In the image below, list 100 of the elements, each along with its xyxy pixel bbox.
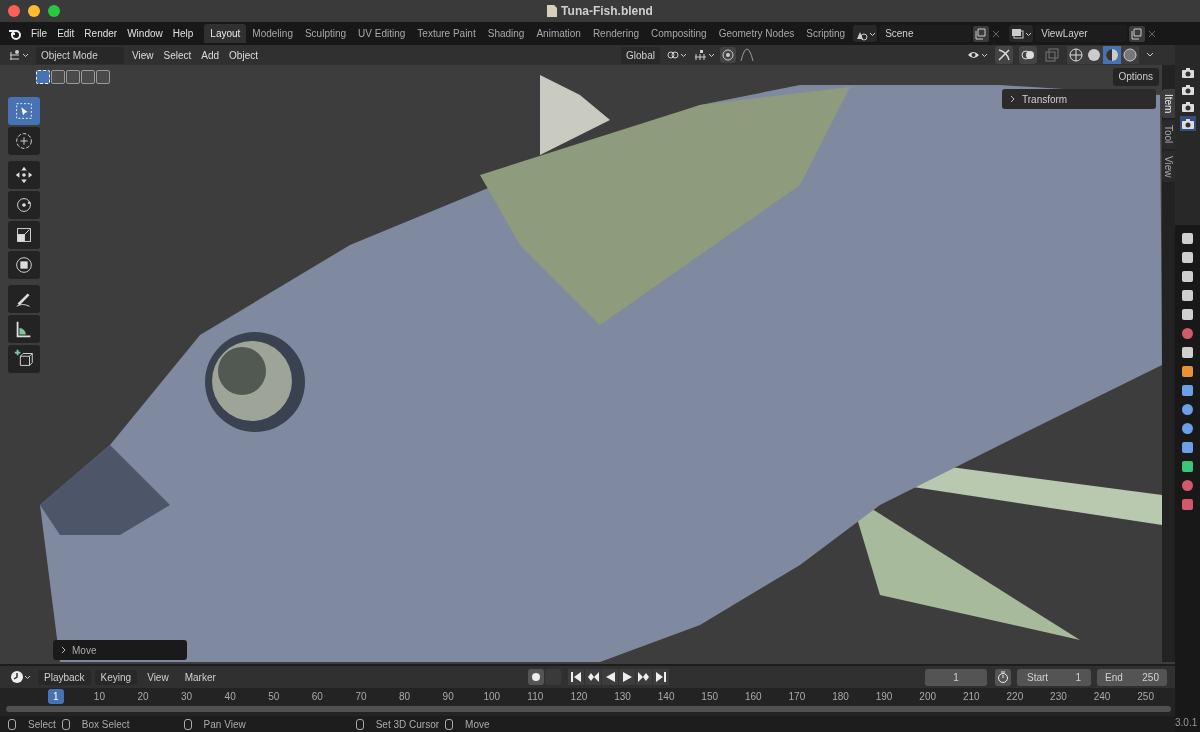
camera-toggle-icon[interactable]	[1179, 82, 1196, 97]
play-icon	[620, 671, 633, 683]
falloff-icon[interactable]	[739, 48, 754, 62]
next-keyframe-button[interactable]	[635, 669, 652, 685]
frame-number: 90	[442, 689, 454, 704]
selection-mode-button[interactable]	[66, 70, 80, 84]
proportional-edit-button[interactable]	[719, 47, 736, 63]
frame-number: 200	[919, 689, 936, 704]
copy-icon[interactable]	[973, 25, 990, 42]
workspace-tab[interactable]: UV Editing	[352, 24, 412, 43]
record-button[interactable]	[527, 669, 544, 685]
jump-start-icon	[569, 671, 582, 683]
menu-item[interactable]: Marker	[178, 669, 222, 685]
close-icon[interactable]	[1147, 28, 1158, 39]
play-reverse-button[interactable]	[601, 669, 618, 685]
workspace-tab[interactable]: Texture Paint	[411, 24, 482, 43]
view-layer-field[interactable]: ViewLayer	[1035, 25, 1128, 42]
camera-toggle-icon[interactable]	[1179, 65, 1196, 80]
minimize-window-button[interactable]	[28, 5, 40, 17]
mouse-icon	[8, 718, 16, 730]
zoom-window-button[interactable]	[48, 5, 60, 17]
frame-number: 40	[224, 689, 236, 704]
timeline-scrollbar[interactable]	[6, 706, 1171, 712]
jump-end-button[interactable]	[652, 669, 669, 685]
field-label: Start	[1027, 670, 1049, 685]
shading-rendered-button[interactable]	[1121, 46, 1139, 64]
menu-item[interactable]: Keying	[94, 669, 138, 685]
menu-item[interactable]: Render	[79, 26, 123, 41]
transform-panel-title: Transform	[1022, 92, 1068, 107]
jump-start-button[interactable]	[567, 669, 584, 685]
workspace-tab[interactable]: Rendering	[586, 24, 646, 43]
frame-number: 10	[93, 689, 105, 704]
menu-item[interactable]: Edit	[52, 26, 80, 41]
operator-panel[interactable]: Move	[53, 640, 187, 660]
move-icon	[13, 164, 35, 186]
record-icon	[530, 672, 541, 682]
play-button[interactable]	[618, 669, 635, 685]
workspace-tab[interactable]: Geometry Nodes	[712, 24, 801, 43]
orientation-dropdown[interactable]: Global	[621, 46, 660, 64]
frame-number: 240	[1093, 689, 1111, 704]
menu-item[interactable]: View	[141, 669, 175, 685]
menu-item[interactable]: Playback	[38, 669, 91, 685]
end-frame-field[interactable]: End 250	[1097, 668, 1167, 686]
jump-end-icon	[654, 671, 667, 683]
shading-wireframe-button[interactable]	[1067, 46, 1085, 64]
current-frame-field[interactable]: 1	[925, 668, 987, 686]
stopwatch-button[interactable]	[995, 668, 1011, 686]
workspace-tab[interactable]: Compositing	[645, 24, 713, 43]
sidebar-tab[interactable]: Item	[1162, 89, 1175, 119]
shading-solid-button[interactable]	[1085, 46, 1103, 64]
overlay-button[interactable]	[1019, 46, 1037, 64]
tool-button[interactable]	[8, 127, 40, 155]
gizmo-button[interactable]	[995, 46, 1013, 64]
selection-mode-button[interactable]	[51, 70, 65, 84]
field-value: 1	[1075, 670, 1081, 685]
current-frame-marker[interactable]: 1	[48, 688, 64, 704]
selection-mode-button[interactable]	[96, 70, 110, 84]
close-window-button[interactable]	[8, 5, 20, 17]
workspace-tab[interactable]: Scripting	[800, 24, 852, 43]
frame-number: 250	[1137, 689, 1154, 704]
editor-type-dropdown[interactable]	[8, 669, 32, 685]
tool-button[interactable]	[8, 161, 40, 189]
cursor-icon	[13, 130, 35, 152]
menu-item[interactable]: View	[130, 47, 156, 63]
options-dropdown[interactable]: Options	[1112, 68, 1159, 86]
selection-mode-button[interactable]	[81, 70, 95, 84]
tool-button[interactable]	[8, 221, 40, 249]
view-layer-dropdown[interactable]	[1009, 25, 1034, 42]
mode-dropdown[interactable]: Object Mode	[36, 46, 124, 64]
scene-type-dropdown[interactable]	[853, 25, 878, 42]
sidebar-tab[interactable]: Tool	[1162, 120, 1175, 149]
tool-button[interactable]	[8, 345, 40, 373]
start-frame-field[interactable]: Start 1	[1017, 668, 1091, 686]
camera-toggle-icon[interactable]	[1179, 99, 1196, 114]
workspace-tab[interactable]: Shading	[481, 24, 531, 43]
frame-number: 190	[875, 689, 893, 704]
menu-item[interactable]: Window	[122, 26, 168, 41]
menu-item[interactable]: File	[26, 26, 53, 41]
scene-field[interactable]: Scene	[879, 25, 972, 42]
workspace-tab[interactable]: Layout	[204, 24, 247, 43]
app-logo-icon[interactable]	[8, 27, 22, 40]
menu-item[interactable]: Help	[167, 26, 199, 41]
workspace-tab[interactable]: Modeling	[246, 24, 299, 43]
workspace-tab[interactable]: Sculpting	[298, 24, 353, 43]
transform-panel[interactable]: Transform	[1002, 89, 1156, 109]
tool-button[interactable]	[8, 285, 40, 313]
copy-icon[interactable]	[1129, 25, 1146, 42]
tool-button[interactable]	[8, 315, 40, 343]
menu-item[interactable]: Select	[161, 47, 194, 63]
workspace-tab[interactable]: Animation	[530, 24, 587, 43]
shading-material-button[interactable]	[1103, 46, 1121, 64]
menu-item[interactable]: Object	[227, 47, 260, 63]
menu-item[interactable]: Add	[199, 47, 222, 63]
tool-button[interactable]	[8, 191, 40, 219]
tool-button[interactable]	[8, 251, 40, 279]
close-icon[interactable]	[991, 28, 1002, 39]
sidebar-tab[interactable]: View	[1162, 150, 1175, 183]
camera-toggle-icon[interactable]	[1179, 116, 1196, 131]
window-title: Tuna-Fish.blend	[561, 3, 653, 20]
previous-keyframe-button[interactable]	[584, 669, 601, 685]
